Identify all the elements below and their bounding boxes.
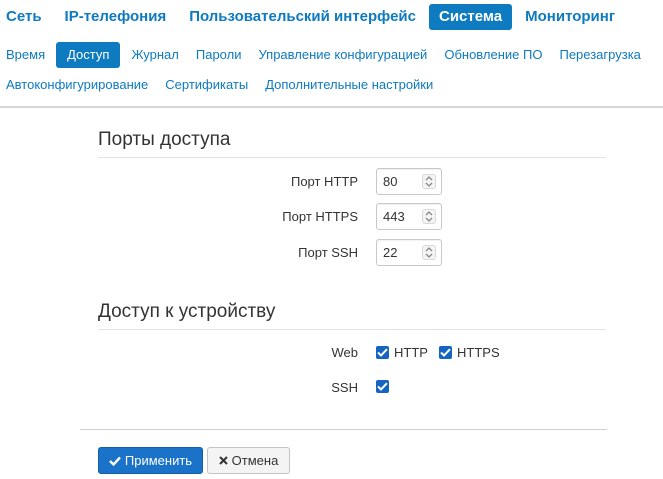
apply-button[interactable]: Применить bbox=[98, 447, 203, 474]
spinner-arrows-icon[interactable] bbox=[422, 174, 436, 189]
subnav-item-log[interactable]: Журнал bbox=[125, 42, 184, 68]
cancel-button[interactable]: Отмена bbox=[207, 447, 290, 474]
https-checkbox[interactable] bbox=[439, 346, 452, 359]
tab-monitoring[interactable]: Мониторинг bbox=[515, 4, 625, 30]
spinner-arrows-icon[interactable] bbox=[422, 245, 436, 260]
access-section-title: Доступ к устройству bbox=[98, 301, 276, 322]
subnav-item-certificates[interactable]: Сертификаты bbox=[159, 72, 254, 98]
footer-divider bbox=[80, 429, 607, 430]
access-section-divider bbox=[98, 329, 606, 330]
spinner-arrows-icon[interactable] bbox=[422, 209, 436, 224]
https-port-value: 443 bbox=[383, 209, 405, 224]
subnav-divider bbox=[0, 106, 663, 108]
ssh-port-input[interactable]: 22 bbox=[376, 239, 442, 266]
http-port-input[interactable]: 80 bbox=[376, 168, 442, 195]
subnav-item-time[interactable]: Время bbox=[0, 42, 51, 68]
close-icon bbox=[218, 456, 228, 465]
http-checkbox-label[interactable]: HTTP bbox=[394, 345, 428, 360]
http-port-value: 80 bbox=[383, 174, 398, 189]
subnav-item-config-management[interactable]: Управление конфигурацией bbox=[252, 42, 433, 68]
cancel-button-label: Отмена bbox=[231, 453, 279, 468]
tab-ip-telephony[interactable]: IP-телефония bbox=[55, 4, 177, 30]
ssh-port-label: Порт SSH bbox=[298, 245, 358, 260]
https-port-input[interactable]: 443 bbox=[376, 203, 442, 230]
apply-button-label: Применить bbox=[124, 453, 193, 468]
sub-navigation: Время Доступ Журнал Пароли Управление ко… bbox=[0, 41, 663, 101]
subnav-row: Время Доступ Журнал Пароли Управление ко… bbox=[0, 41, 663, 69]
top-navigation: Сеть IP-телефония Пользовательский интер… bbox=[0, 4, 628, 30]
http-port-label: Порт HTTP bbox=[290, 174, 358, 189]
subnav-item-access[interactable]: Доступ bbox=[56, 42, 121, 68]
check-icon bbox=[109, 456, 121, 466]
https-port-label: Порт HTTPS bbox=[282, 209, 358, 224]
http-checkbox[interactable] bbox=[376, 346, 389, 359]
subnav-item-passwords[interactable]: Пароли bbox=[190, 42, 248, 68]
ssh-port-value: 22 bbox=[383, 245, 398, 260]
tab-system[interactable]: Система bbox=[429, 4, 513, 30]
ssh-label: SSH bbox=[331, 380, 358, 395]
subnav-item-autoconfig[interactable]: Автоконфигурирование bbox=[0, 72, 154, 98]
ssh-checkbox[interactable] bbox=[376, 380, 389, 393]
subnav-item-advanced-settings[interactable]: Дополнительные настройки bbox=[259, 72, 439, 98]
subnav-item-reboot[interactable]: Перезагрузка bbox=[553, 42, 646, 68]
ports-section-divider bbox=[98, 157, 606, 158]
tab-network[interactable]: Сеть bbox=[0, 4, 52, 30]
subnav-item-firmware-update[interactable]: Обновление ПО bbox=[438, 42, 548, 68]
subnav-row: Автоконфигурирование Сертификаты Дополни… bbox=[0, 71, 663, 99]
https-checkbox-label[interactable]: HTTPS bbox=[457, 345, 500, 360]
tab-user-interface[interactable]: Пользовательский интерфейс bbox=[179, 4, 426, 30]
web-label: Web bbox=[331, 345, 359, 360]
ports-section-title: Порты доступа bbox=[98, 129, 231, 150]
